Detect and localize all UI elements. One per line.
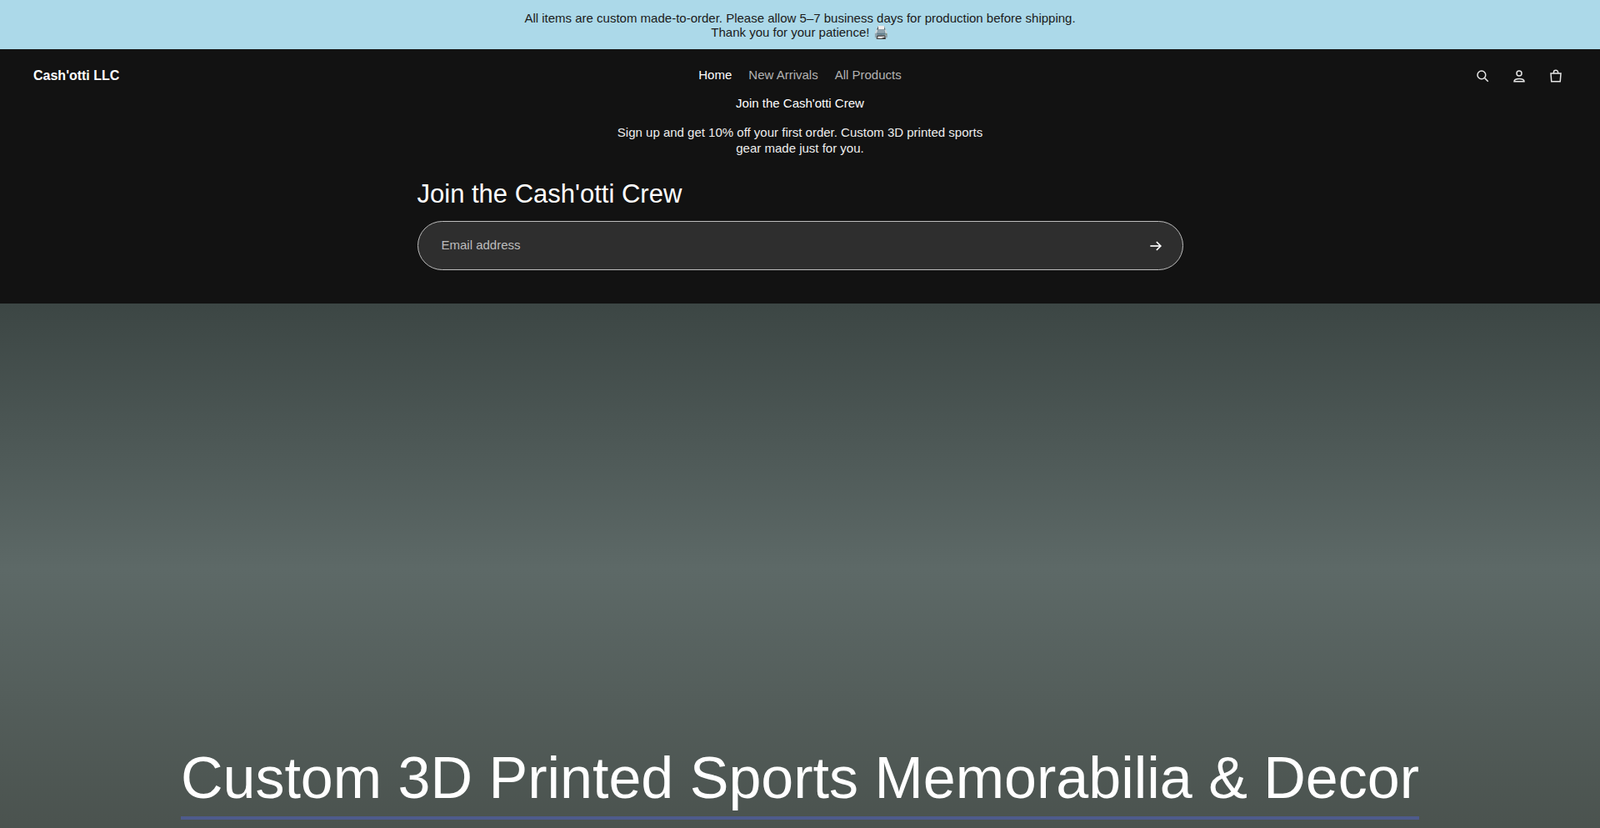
announcement-text: All items are custom made-to-order. Plea… [524, 10, 1075, 25]
nav-link[interactable]: All Products [835, 65, 902, 85]
email-input[interactable] [441, 235, 1148, 255]
announcement-text: Thank you for your patience! 🖨️ [710, 25, 889, 40]
hero: Custom 3D Printed Sports Memorabilia & D… [0, 303, 1600, 828]
logo[interactable]: Cash'otti LLC [33, 65, 120, 86]
announcement-bar: All items are custom made-to-order. Plea… [0, 0, 1600, 50]
search-icon[interactable] [1475, 68, 1490, 84]
account-icon[interactable] [1511, 68, 1527, 84]
signup-description: Sign up and get 10% off your first order… [604, 124, 996, 156]
hero-underline [180, 815, 1420, 820]
cart-icon[interactable] [1548, 68, 1564, 84]
nav-link[interactable]: Home [698, 65, 732, 85]
main-nav: Home New Arrivals All Products [698, 65, 901, 85]
hero-heading: Custom 3D Printed Sports Memorabilia & D… [180, 742, 1420, 813]
arrow-right-icon[interactable] [1147, 237, 1165, 255]
signup-eyebrow: Join the Cash'otti Crew [735, 94, 865, 113]
signup-heading: Join the Cash'otti Crew [417, 177, 1184, 211]
site-header: Cash'otti LLC Home New Arrivals All Produc… [0, 49, 1600, 304]
email-field [417, 220, 1184, 270]
nav-link[interactable]: New Arrivals [748, 65, 818, 85]
